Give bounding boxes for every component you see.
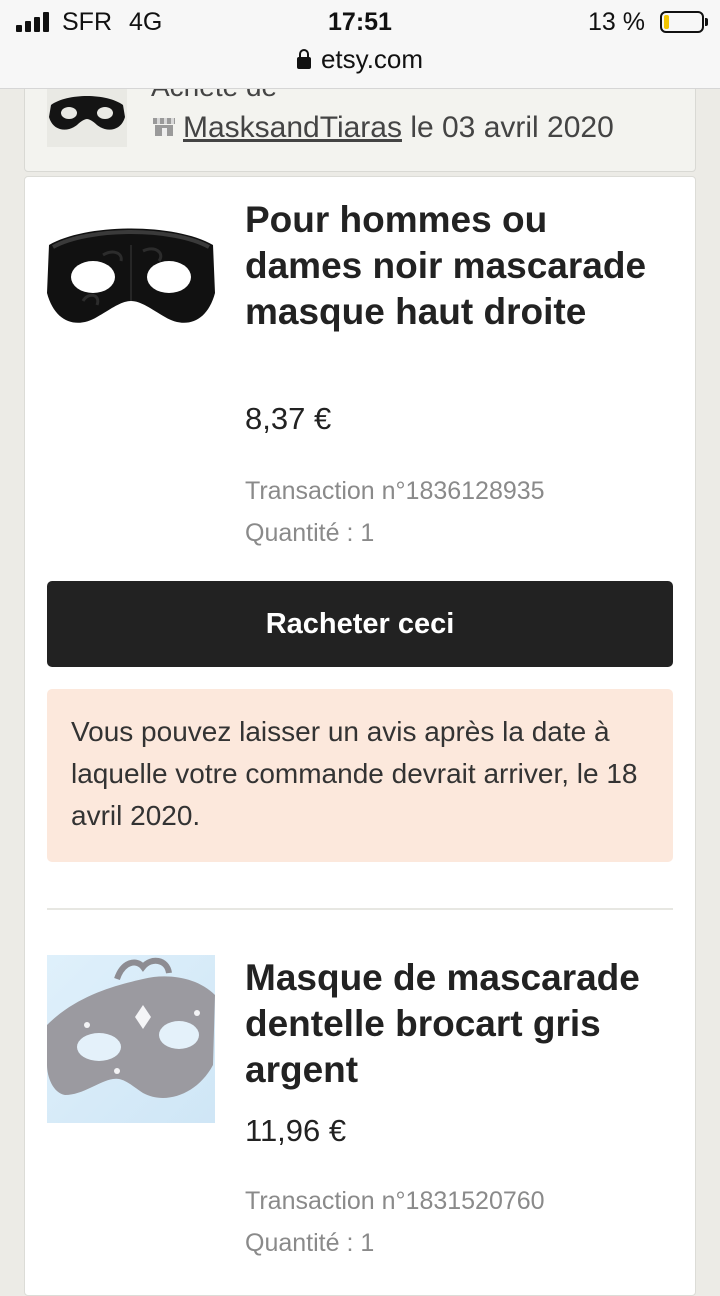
transaction-number: Transaction n°1836128935 [245, 477, 545, 505]
store-icon [153, 118, 175, 136]
shop-mask-thumbnail[interactable] [47, 83, 127, 147]
item-image-black-mask[interactable] [47, 205, 215, 373]
battery-percentage: 13 % [588, 8, 645, 36]
lock-icon [296, 49, 311, 69]
page-content: Acheté de MasksandTiaras le 03 avril 202… [0, 0, 720, 1296]
purchase-date: le 03 avril 2020 [410, 111, 614, 144]
item-title[interactable]: Pour hommes ou dames noir mascarade masq… [245, 197, 665, 335]
status-bar: SFR 4G 17:51 13 % [0, 0, 720, 46]
battery-icon [660, 11, 708, 33]
browser-top-bar: SFR 4G 17:51 13 % etsy.com [0, 0, 720, 89]
rebuy-button[interactable]: Racheter ceci [47, 581, 673, 667]
review-notice: Vous pouvez laisser un avis après la dat… [47, 689, 673, 862]
address-bar[interactable]: etsy.com [0, 44, 720, 80]
order-card: Pour hommes ou dames noir mascarade masq… [24, 176, 696, 1296]
url-domain: etsy.com [320, 44, 424, 74]
item-quantity: Quantité : 1 [245, 1229, 375, 1257]
transaction-number: Transaction n°1831520760 [245, 1187, 545, 1215]
item-title[interactable]: Masque de mascarade dentelle brocart gri… [245, 955, 665, 1093]
seller-link[interactable]: MasksandTiaras [183, 111, 402, 144]
item-price: 8,37 € [245, 401, 332, 436]
seller-line: MasksandTiaras le 03 avril 2020 [153, 111, 614, 145]
item-divider [47, 908, 673, 910]
item-quantity: Quantité : 1 [245, 519, 375, 547]
item-price: 11,96 € [245, 1113, 347, 1148]
battery-level-fill [664, 15, 669, 29]
item-image-silver-lace-mask[interactable] [47, 955, 215, 1123]
